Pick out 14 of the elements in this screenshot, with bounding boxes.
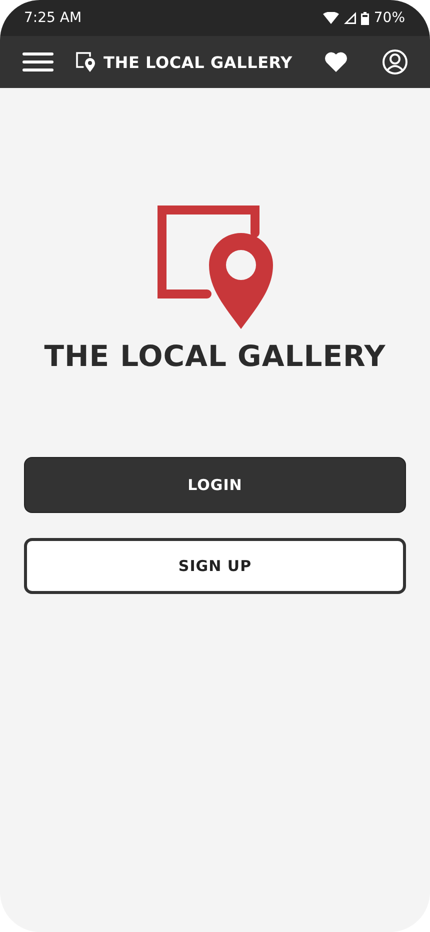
- status-time: 7:25 AM: [24, 10, 82, 26]
- login-button[interactable]: LOGIN: [24, 457, 406, 513]
- battery-percent: 70%: [374, 10, 405, 26]
- app-title: THE LOCAL GALLERY: [104, 52, 292, 72]
- sign-up-button[interactable]: SIGN UP: [24, 538, 406, 594]
- gallery-pin-icon: [76, 52, 96, 72]
- logo-icon: [155, 203, 275, 331]
- wifi-icon: [322, 12, 339, 24]
- account-icon[interactable]: [382, 49, 408, 75]
- battery-icon: [360, 12, 369, 24]
- signal-icon: [344, 12, 356, 24]
- brand-name: THE LOCAL GALLERY: [44, 339, 386, 373]
- heart-icon[interactable]: [324, 51, 348, 73]
- menu-icon[interactable]: [22, 52, 54, 72]
